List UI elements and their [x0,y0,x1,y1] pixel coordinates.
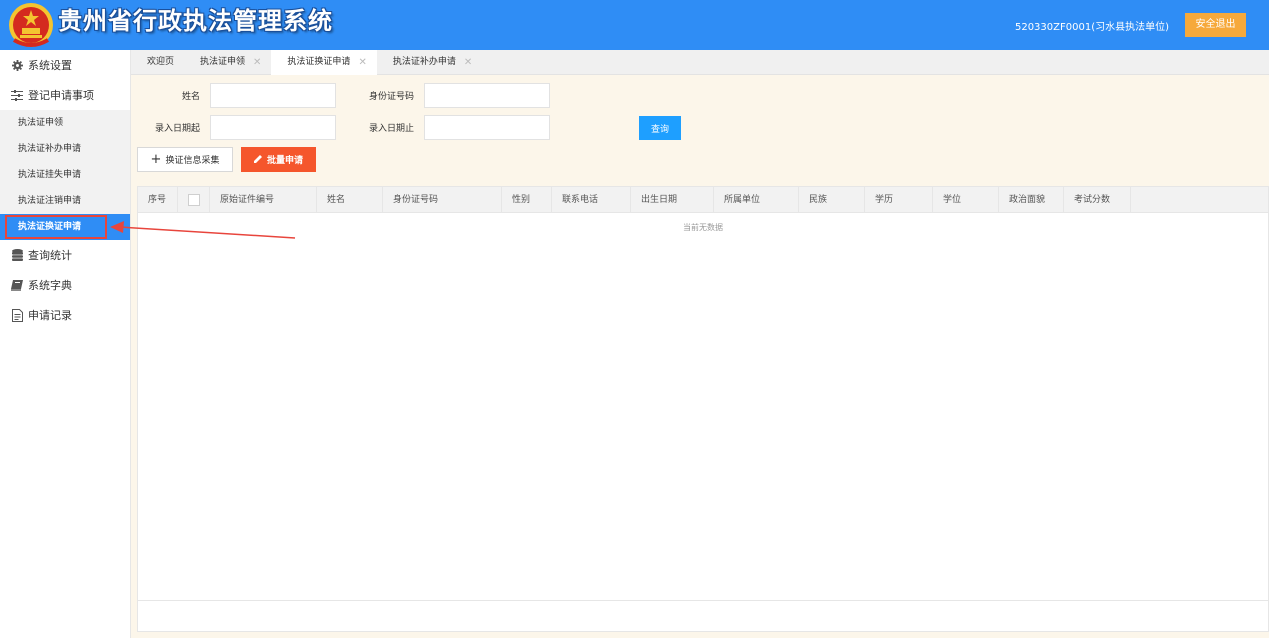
document-icon [10,308,24,322]
submenu-registration: 执法证申领 执法证补办申请 执法证挂失申请 执法证注销申请 执法证换证申请 [0,110,130,240]
book-icon [10,279,24,291]
tab-bar: 欢迎页 执法证申领 ✕ 执法证换证申请 ✕ 执法证补办申请 ✕ [131,50,1269,75]
sidebar-item-label: 系统字典 [28,279,72,292]
main-content: 姓名 身份证号码 录入日期起 录入日期止 查询 + 换证信息采集 批量申请 序号… [131,75,1269,638]
collect-info-button[interactable]: + 换证信息采集 [137,147,233,172]
id-number-input[interactable] [424,83,550,108]
column-header: 性别 [502,187,552,213]
plus-icon: + [150,152,162,167]
column-header: 原始证件编号 [210,187,317,213]
column-header: 出生日期 [631,187,714,213]
column-header: 联系电话 [552,187,631,213]
sidebar-item-label: 查询统计 [28,249,72,262]
sidebar-subitem-report-loss[interactable]: 执法证挂失申请 [0,162,130,188]
sliders-icon [10,89,24,101]
tab-label: 执法证换证申请 [287,57,351,67]
logout-button[interactable]: 安全退出 [1185,13,1246,37]
sidebar-subitem-reissue[interactable]: 执法证补办申请 [0,136,130,162]
select-all-checkbox[interactable] [187,194,200,206]
tab-reissue[interactable]: 执法证补办申请 ✕ [377,50,482,75]
name-input[interactable] [210,83,336,108]
collect-info-label: 换证信息采集 [165,156,220,166]
tab-label: 执法证补办申请 [392,57,456,67]
sidebar-subitem-apply[interactable]: 执法证申领 [0,110,130,136]
system-title: 贵州省行政执法管理系统 [58,7,333,35]
sidebar: 系统设置 登记申请事项 执法证申领 执法证补办申请 执法证挂失申请 执法证注销申… [0,50,131,638]
tab-label: 执法证申领 [200,57,246,67]
tab-apply[interactable]: 执法证申领 ✕ [184,50,271,75]
close-icon[interactable]: ✕ [464,50,472,75]
id-number-label: 身份证号码 [368,92,414,102]
column-header: 序号 [138,187,178,213]
column-header: 学历 [865,187,933,213]
query-button[interactable]: 查询 [639,116,681,140]
data-table: 序号 原始证件编号 姓名 身份证号码 性别 联系电话 出生日期 所属单位 民族 … [137,186,1269,632]
batch-apply-button[interactable]: 批量申请 [241,147,316,172]
app-header: 贵州省行政执法管理系统 520330ZF0001(习水县执法单位) 安全退出 [0,0,1269,50]
name-label: 姓名 [181,92,200,102]
tab-label: 欢迎页 [147,57,175,67]
date-from-input[interactable] [210,115,336,140]
sidebar-item-system-settings[interactable]: 系统设置 [0,50,130,80]
database-icon [10,249,24,261]
column-header: 姓名 [317,187,383,213]
sidebar-item-registration[interactable]: 登记申请事项 [0,80,130,110]
pencil-icon [253,154,263,166]
form-row-date-to: 录入日期止 [345,115,550,140]
close-icon[interactable]: ✕ [253,50,261,75]
form-row-id: 身份证号码 [345,83,550,108]
column-header: 所属单位 [714,187,799,213]
column-header: 学位 [933,187,999,213]
sidebar-item-label: 登记申请事项 [28,89,94,102]
column-header: 民族 [799,187,865,213]
gear-icon [10,59,24,71]
empty-message: 当前无数据 [683,223,723,232]
column-header: 政治面貌 [999,187,1064,213]
column-header: 考试分数 [1064,187,1131,213]
batch-apply-label: 批量申请 [266,156,303,166]
table-header: 序号 原始证件编号 姓名 身份证号码 性别 联系电话 出生日期 所属单位 民族 … [138,187,1268,213]
date-to-input[interactable] [424,115,550,140]
form-row-name: 姓名 [131,83,336,108]
current-user: 520330ZF0001(习水县执法单位) [1014,22,1169,33]
sidebar-item-records[interactable]: 申请记录 [0,300,130,330]
sidebar-item-dictionary[interactable]: 系统字典 [0,270,130,300]
sidebar-subitem-cancel[interactable]: 执法证注销申请 [0,188,130,214]
sidebar-item-label: 申请记录 [28,309,72,322]
form-row-date-from: 录入日期起 [131,115,336,140]
column-header: 身份证号码 [383,187,502,213]
sidebar-subitem-renew[interactable]: 执法证换证申请 [0,214,130,240]
select-all-checkbox-cell [178,187,210,213]
table-footer [138,600,1268,631]
sidebar-item-statistics[interactable]: 查询统计 [0,240,130,270]
tab-renew[interactable]: 执法证换证申请 ✕ [271,50,377,75]
date-to-label: 录入日期止 [368,124,414,134]
close-icon[interactable]: ✕ [358,50,366,75]
highlight-box [5,215,107,239]
tab-welcome[interactable]: 欢迎页 [131,50,184,75]
sidebar-item-label: 系统设置 [28,59,72,72]
date-from-label: 录入日期起 [154,124,200,134]
national-emblem-icon [9,3,53,47]
